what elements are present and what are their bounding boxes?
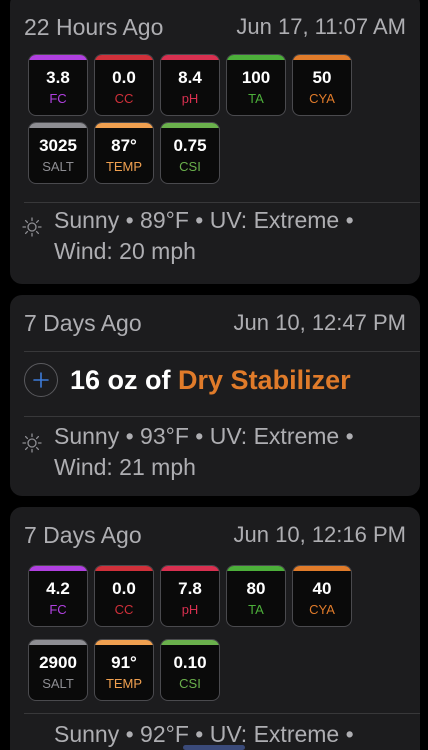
log-entry-card[interactable]: 7 Days Ago Jun 10, 12:47 PM 16 oz of Dry… <box>10 295 420 496</box>
reading-value: 0.0 <box>112 68 136 87</box>
reading-value: 0.0 <box>112 579 136 598</box>
reading-label: CC <box>114 91 134 106</box>
dose-amount: 16 oz of <box>70 364 171 395</box>
tile-color-bar <box>95 123 153 128</box>
reading-tile-ta[interactable]: 80 TA <box>226 565 286 627</box>
reading-tile-ph[interactable]: 8.4 pH <box>160 54 220 116</box>
reading-label: SALT <box>42 676 74 691</box>
divider <box>24 202 420 203</box>
tile-color-bar <box>161 123 219 128</box>
tile-color-bar <box>95 55 153 60</box>
reading-value: 0.75 <box>173 136 207 155</box>
home-indicator <box>183 745 245 750</box>
reading-value: 100 <box>241 68 271 87</box>
plus-circle-icon[interactable] <box>24 363 58 397</box>
tile-color-bar <box>161 566 219 571</box>
entry-date: Jun 10, 12:16 PM <box>233 522 406 547</box>
divider <box>24 713 420 714</box>
tile-color-bar <box>293 55 351 60</box>
reading-value: 3025 <box>39 136 77 155</box>
reading-value: 2900 <box>39 653 77 672</box>
reading-label: CSI <box>179 159 201 174</box>
tile-color-bar <box>29 566 87 571</box>
reading-tile-salt[interactable]: 3025 SALT <box>28 122 88 184</box>
weather-line: Sunny • 89°F • UV: Extreme • <box>54 207 354 233</box>
entry-relative-time: 7 Days Ago <box>24 309 142 336</box>
reading-label: CYA <box>309 602 335 617</box>
entry-date: Jun 10, 12:47 PM <box>233 310 406 335</box>
reading-tile-temp[interactable]: 91° TEMP <box>94 639 154 701</box>
tile-color-bar <box>29 123 87 128</box>
weather-summary: Sunny • 93°F • UV: Extreme • Wind: 21 mp… <box>10 421 420 483</box>
weather-line: Wind: 20 mph <box>54 238 196 264</box>
reading-value: 7.8 <box>178 579 202 598</box>
entry-relative-time: 7 Days Ago <box>24 521 142 548</box>
tile-color-bar <box>29 640 87 645</box>
reading-tile-fc[interactable]: 4.2 FC <box>28 565 88 627</box>
reading-value: 91° <box>111 653 137 672</box>
reading-label: TEMP <box>105 159 143 174</box>
divider <box>24 351 420 352</box>
tile-color-bar <box>29 55 87 60</box>
entry-relative-time: 22 Hours Ago <box>24 13 164 40</box>
reading-value: 50 <box>312 68 332 87</box>
reading-tile-csi[interactable]: 0.10 CSI <box>160 639 220 701</box>
reading-tile-salt[interactable]: 2900 SALT <box>28 639 88 701</box>
weather-summary: Sunny • 89°F • UV: Extreme • Wind: 20 mp… <box>10 205 420 267</box>
reading-value: 0.10 <box>173 653 207 672</box>
entry-date: Jun 17, 11:07 AM <box>236 14 406 39</box>
reading-tile-cc[interactable]: 0.0 CC <box>94 54 154 116</box>
reading-label: TEMP <box>105 676 143 691</box>
reading-value: 8.4 <box>178 68 202 87</box>
tile-color-bar <box>95 640 153 645</box>
dose-text: 16 oz of Dry Stabilizer <box>70 365 351 396</box>
tile-color-bar <box>227 55 285 60</box>
reading-value: 40 <box>312 579 332 598</box>
reading-tile-fc[interactable]: 3.8 FC <box>28 54 88 116</box>
log-entry-card[interactable]: 7 Days Ago Jun 10, 12:16 PM 4.2 FC 0.0 C… <box>10 507 420 750</box>
entry-header: 7 Days Ago Jun 10, 12:16 PM <box>10 507 420 563</box>
log-entry-card[interactable]: 22 Hours Ago Jun 17, 11:07 AM 3.8 FC 0.0… <box>10 0 420 284</box>
reading-label: FC <box>49 91 67 106</box>
reading-label: CC <box>114 602 134 617</box>
reading-tile-temp[interactable]: 87° TEMP <box>94 122 154 184</box>
reading-tile-ta[interactable]: 100 TA <box>226 54 286 116</box>
reading-label: TA <box>248 602 264 617</box>
dose-chemical: Dry Stabilizer <box>178 364 351 395</box>
weather-text: Sunny • 93°F • UV: Extreme • Wind: 21 mp… <box>54 421 420 483</box>
reading-value: 3.8 <box>46 68 70 87</box>
tile-color-bar <box>227 566 285 571</box>
tile-color-bar <box>293 566 351 571</box>
reading-label: pH <box>181 91 199 106</box>
reading-label: SALT <box>42 159 74 174</box>
reading-label: CSI <box>179 676 201 691</box>
sun-icon <box>10 205 54 237</box>
dose-row: 16 oz of Dry Stabilizer <box>10 360 420 400</box>
weather-line: Wind: 21 mph <box>54 454 196 480</box>
reading-tile-cya[interactable]: 40 CYA <box>292 565 352 627</box>
reading-value: 4.2 <box>46 579 70 598</box>
tile-color-bar <box>161 640 219 645</box>
reading-label: FC <box>49 602 67 617</box>
weather-text: Sunny • 89°F • UV: Extreme • Wind: 20 mp… <box>54 205 420 267</box>
reading-tile-cc[interactable]: 0.0 CC <box>94 565 154 627</box>
reading-tile-ph[interactable]: 7.8 pH <box>160 565 220 627</box>
reading-label: pH <box>181 602 199 617</box>
reading-label: TA <box>248 91 264 106</box>
reading-label: CYA <box>309 91 335 106</box>
tile-color-bar <box>95 566 153 571</box>
divider <box>24 416 420 417</box>
entry-header: 7 Days Ago Jun 10, 12:47 PM <box>10 295 420 351</box>
reading-tile-csi[interactable]: 0.75 CSI <box>160 122 220 184</box>
sun-icon <box>10 421 54 453</box>
weather-line: Sunny • 93°F • UV: Extreme • <box>54 423 354 449</box>
entry-header: 22 Hours Ago Jun 17, 11:07 AM <box>10 0 420 48</box>
tile-color-bar <box>161 55 219 60</box>
reading-tile-cya[interactable]: 50 CYA <box>292 54 352 116</box>
reading-value: 87° <box>111 136 137 155</box>
reading-value: 80 <box>246 579 266 598</box>
